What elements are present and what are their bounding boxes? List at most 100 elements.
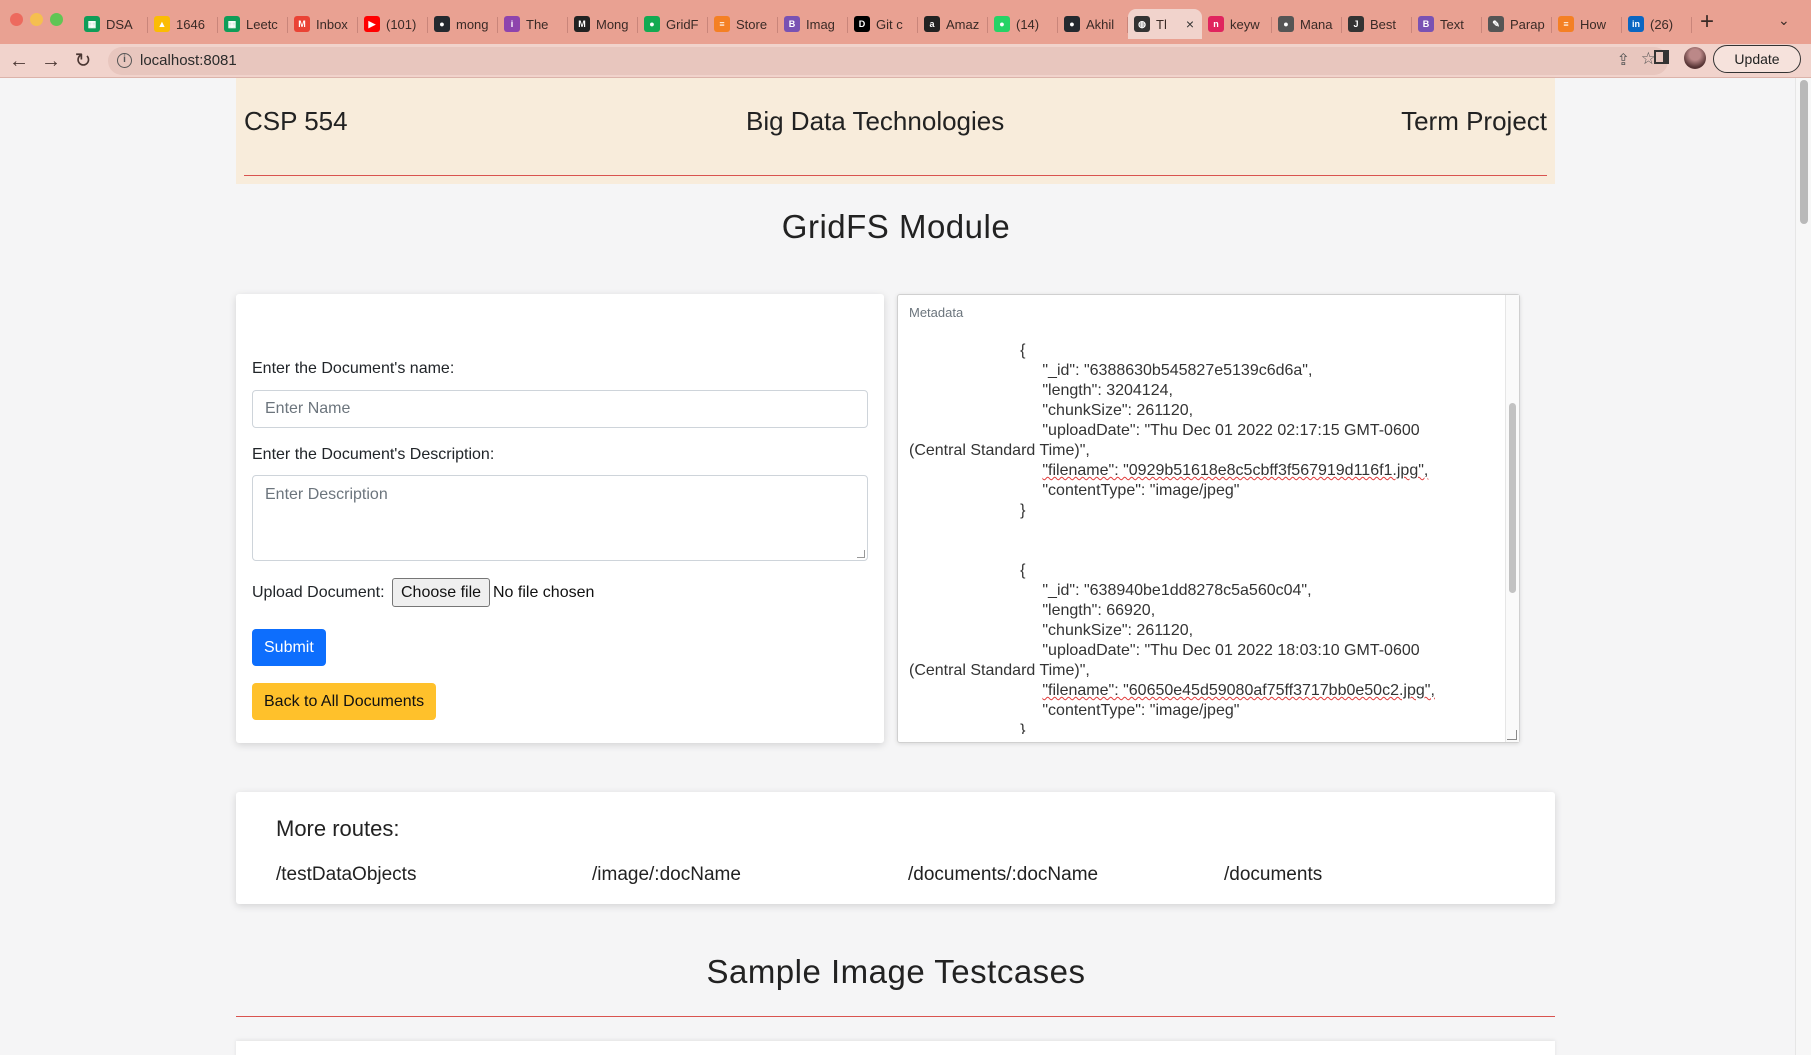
reload-button[interactable]: ↻ [70, 48, 96, 74]
textarea-resize-handle[interactable] [857, 550, 865, 558]
browser-tab[interactable]: ✎ Parap [1482, 9, 1552, 39]
browser-tab[interactable]: i The [498, 9, 568, 39]
jf-icon: J [1348, 16, 1364, 32]
browser-tab-label: GridF [666, 16, 699, 32]
description-placeholder: Enter Description [265, 486, 388, 503]
submit-button[interactable]: Submit [252, 629, 326, 666]
record-contenttype: "contentType": "image/jpeg" [1042, 482, 1240, 499]
side-panel-icon[interactable] [1654, 50, 1669, 64]
browser-toolbar: ← → ↻ i localhost:8081 ⇪ ☆ [0, 44, 1811, 78]
metadata-scrollbar[interactable] [1505, 295, 1519, 742]
close-window-button[interactable] [10, 13, 23, 26]
metadata-label: Metadata [909, 305, 964, 320]
browser-tab[interactable]: a Amaz [918, 9, 988, 39]
browser-tab[interactable]: ● (14) [988, 9, 1058, 39]
site-header: CSP 554 Big Data Technologies Term Proje… [236, 78, 1555, 184]
header-course: CSP 554 [244, 106, 348, 136]
browser-tab-label: (14) [1016, 16, 1040, 32]
sample-testcases-card [236, 1041, 1555, 1055]
browser-tab[interactable]: M Inbox [288, 9, 358, 39]
browser-tab[interactable]: n keyw [1202, 9, 1272, 39]
browser-tab-label: (26) [1650, 16, 1674, 32]
section-divider [236, 1016, 1555, 1017]
record-chunksize: "chunkSize": 261120, [1042, 622, 1194, 639]
browser-tab[interactable]: ▲ 1646 [148, 9, 218, 39]
browser-tab-label: Text [1440, 16, 1464, 32]
back-to-documents-button[interactable]: Back to All Documents [252, 683, 437, 720]
browser-tab[interactable]: D Git c [848, 9, 918, 39]
browser-tab-label: keyw [1230, 16, 1260, 32]
description-label: Enter the Document's Description: [252, 446, 495, 463]
browser-tab[interactable]: ▦ Leetc [218, 9, 288, 39]
quill-icon: ✎ [1488, 16, 1504, 32]
linkedin-icon: in [1628, 16, 1644, 32]
browser-tab[interactable]: B Imag [778, 9, 848, 39]
new-tab-button[interactable]: + [1700, 8, 1720, 36]
stack-icon: ≡ [1558, 16, 1574, 32]
browser-tab[interactable]: ≡ How [1552, 9, 1622, 39]
browser-tab[interactable]: ≡ Store [708, 9, 778, 39]
close-tab-icon[interactable]: × [1186, 16, 1194, 32]
browser-tab[interactable]: ● Mana [1272, 9, 1342, 39]
metadata-textarea[interactable]: Metadata { "_id": "6388630b545827e5139c6… [897, 294, 1520, 743]
description-textarea[interactable]: Enter Description [252, 475, 868, 561]
sheets-icon: ▦ [224, 16, 240, 32]
route-item: /documents/:docName [908, 864, 1099, 885]
browser-tab[interactable]: J Best [1342, 9, 1412, 39]
back-button[interactable]: ← [6, 48, 32, 74]
browser-tab-label: Git c [876, 16, 903, 32]
browser-tab[interactable]: M Mong [568, 9, 638, 39]
page-scrollbar-thumb[interactable] [1800, 80, 1808, 224]
record-filename: "filename": "0929b51618e8c5cbff3f567919d… [1042, 462, 1429, 479]
route-item: /testDataObjects [276, 864, 417, 885]
maximize-window-button[interactable] [50, 13, 63, 26]
browser-tab-label: DSA [106, 16, 133, 32]
browser-tab[interactable]: B Text [1412, 9, 1482, 39]
metadata-resize-handle[interactable] [1507, 730, 1517, 740]
mongodb-icon: ● [644, 16, 660, 32]
browser-tab[interactable]: ● Akhil [1058, 9, 1128, 39]
record-id: "_id": "6388630b545827e5139c6d6a", [1042, 362, 1313, 379]
browser-tab[interactable]: ● mong [428, 9, 498, 39]
youtube-icon: ▶ [364, 16, 380, 32]
page-title: GridFS Module [781, 208, 1011, 245]
address-url[interactable]: localhost:8081 [140, 52, 237, 69]
browser-tab-label: (101) [386, 16, 417, 32]
name-input[interactable]: Enter Name [252, 390, 868, 428]
tab-search-chevron-icon[interactable]: ⌄ [1778, 12, 1790, 29]
address-bar[interactable]: i localhost:8081 ⇪ ☆ [108, 47, 1668, 75]
forward-button[interactable]: → [38, 48, 64, 74]
browser-tab[interactable]: in (26) [1622, 9, 1692, 39]
record-length: "length": 3204124, [1042, 382, 1173, 399]
choose-file-button[interactable]: Choose file [392, 578, 491, 607]
browser-tab[interactable]: ▶ (101) [358, 9, 428, 39]
upload-form-card: Enter the Document's name: Enter Name En… [236, 294, 884, 743]
route-item: /documents [1224, 864, 1323, 885]
browser-tab-label: Leetc [246, 16, 278, 32]
record-id: "_id": "638940be1dd8278c5a560c04", [1042, 582, 1312, 599]
browser-tab-label: Parap [1510, 16, 1545, 32]
browser-tab[interactable]: ▦ DSA [78, 9, 148, 39]
browser-tab-label: Amaz [946, 16, 980, 32]
header-project: Term Project [1401, 106, 1547, 136]
profile-avatar[interactable] [1684, 47, 1706, 69]
browser-tab[interactable]: ◍ Tl × [1128, 9, 1202, 39]
github-icon: ● [434, 16, 450, 32]
browser-tab-label: How [1580, 16, 1607, 32]
page-scrollbar[interactable] [1795, 78, 1811, 1055]
browser-tab[interactable]: ● GridF [638, 9, 708, 39]
amazon-icon: a [924, 16, 940, 32]
globe-icon: ◍ [1134, 16, 1150, 32]
stack-icon: ≡ [714, 16, 730, 32]
minimize-window-button[interactable] [30, 13, 43, 26]
site-info-icon[interactable]: i [117, 53, 132, 68]
browser-tab-label: Imag [806, 16, 835, 32]
gmail-icon: M [294, 16, 310, 32]
tab-strip: ▦ DSA ▲ 1646 ▦ Leetc M Inbox ▶ (101) ● mong i The M Mon… [78, 7, 1692, 40]
browser-tab-label: Mong [596, 16, 629, 32]
metadata-scrollbar-thumb[interactable] [1509, 403, 1516, 593]
upload-label: Upload Document: [252, 584, 385, 601]
update-button[interactable]: Update [1713, 45, 1801, 73]
share-icon[interactable]: ⇪ [1617, 50, 1630, 70]
browser-tab-label: The [526, 16, 549, 32]
